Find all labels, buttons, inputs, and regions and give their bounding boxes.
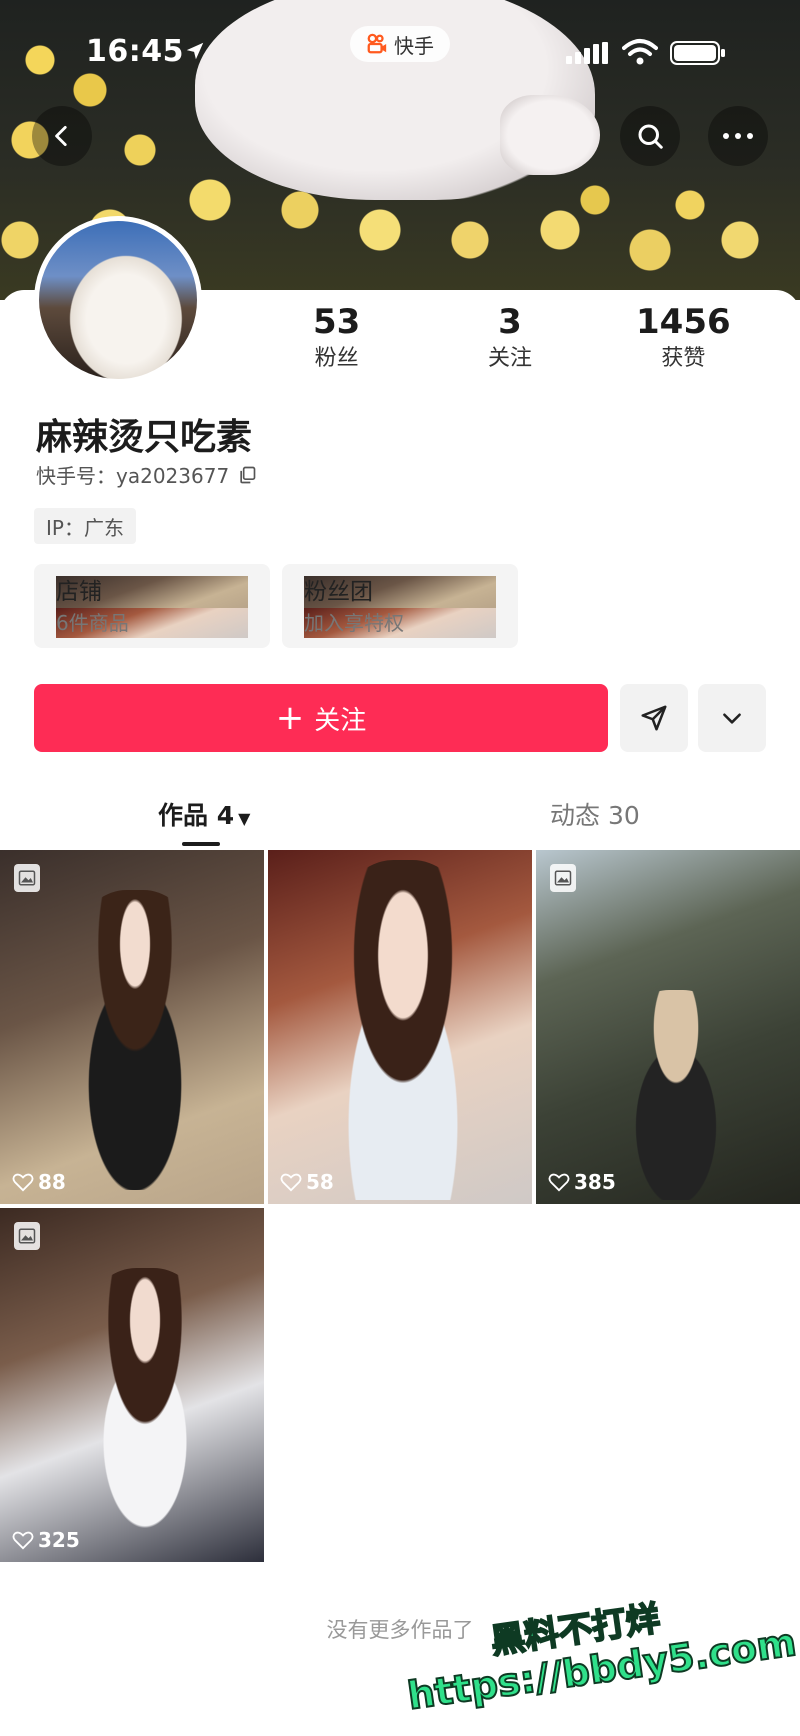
location-arrow-icon xyxy=(186,42,204,60)
copy-icon[interactable] xyxy=(237,465,257,485)
work-thumbnail xyxy=(50,890,220,1190)
chevron-down-icon xyxy=(723,713,741,724)
work-tile[interactable]: 58 xyxy=(268,850,532,1204)
content-tabs: 作品 4 ▼ 动态 30 xyxy=(0,782,800,848)
battery-icon xyxy=(670,41,725,65)
stat-label: 关注 xyxy=(487,346,532,371)
more-dots-icon xyxy=(723,133,753,139)
search-button[interactable] xyxy=(620,106,680,166)
like-number: 88 xyxy=(38,1170,66,1194)
uid-row: 快手号：ya2023677 xyxy=(36,460,257,489)
stat-fans[interactable]: 53 粉丝 xyxy=(250,300,423,380)
fan-club-subtitle: 加入享特权 xyxy=(304,608,496,638)
more-button[interactable] xyxy=(708,106,768,166)
tab-active-indicator xyxy=(182,842,220,846)
chevron-left-icon xyxy=(55,125,67,147)
image-post-icon xyxy=(550,864,576,892)
stat-following[interactable]: 3 关注 xyxy=(423,300,596,380)
status-time: 16:45 xyxy=(86,34,184,69)
like-count: 325 xyxy=(12,1528,80,1552)
kuaishou-logo-icon xyxy=(367,33,387,54)
uid-text: 快手号：ya2023677 xyxy=(36,464,230,488)
work-thumbnail xyxy=(308,860,498,1200)
profile-stats: 53 粉丝 3 关注 1456 获赞 xyxy=(250,300,770,380)
cover-sheep-head xyxy=(500,95,600,175)
work-thumbnail xyxy=(60,1268,230,1558)
stat-label: 粉丝 xyxy=(314,346,359,371)
like-number: 385 xyxy=(574,1170,616,1194)
share-button[interactable] xyxy=(620,684,688,752)
profile-name: 麻辣烫只吃素 xyxy=(36,417,253,458)
send-icon xyxy=(641,705,667,731)
work-tile[interactable]: 385 xyxy=(536,850,800,1204)
fan-club-box[interactable]: 粉丝团 加入享特权 xyxy=(282,564,518,648)
tab-moments-label: 动态 30 xyxy=(550,801,640,830)
tab-works-label: 作品 4 xyxy=(158,801,235,830)
tab-moments[interactable]: 动态 30 xyxy=(550,796,640,832)
stat-number: 53 xyxy=(313,302,361,342)
back-button[interactable] xyxy=(32,106,92,166)
caret-down-icon: ▼ xyxy=(238,809,251,828)
heart-icon xyxy=(548,1173,570,1192)
shop-box[interactable]: 店铺 6件商品 xyxy=(34,564,270,648)
like-count: 88 xyxy=(12,1170,66,1194)
search-icon xyxy=(638,124,663,149)
like-number: 58 xyxy=(306,1170,334,1194)
heart-icon xyxy=(12,1173,34,1192)
stat-likes[interactable]: 1456 获赞 xyxy=(597,300,770,380)
like-count: 385 xyxy=(548,1170,616,1194)
work-tile[interactable]: 88 xyxy=(0,850,264,1204)
fan-club-title: 粉丝团 xyxy=(304,576,496,608)
heart-icon xyxy=(280,1173,302,1192)
follow-label: 关注 xyxy=(314,705,367,736)
signal-icon xyxy=(566,42,608,64)
like-count: 58 xyxy=(280,1170,334,1194)
shop-title: 店铺 xyxy=(56,576,248,608)
work-tile[interactable]: 325 xyxy=(0,1208,264,1562)
follow-button[interactable]: + 关注 xyxy=(34,684,608,752)
plus-icon: + xyxy=(275,698,305,738)
tab-works[interactable]: 作品 4 ▼ xyxy=(158,796,250,832)
image-post-icon xyxy=(14,864,40,892)
avatar[interactable] xyxy=(34,216,202,384)
work-thumbnail xyxy=(606,990,746,1200)
shop-subtitle: 6件商品 xyxy=(56,608,248,638)
like-number: 325 xyxy=(38,1528,80,1552)
stat-number: 3 xyxy=(498,302,522,342)
status-bar: 16:45 快手 xyxy=(0,0,800,100)
app-pill[interactable]: 快手 xyxy=(350,26,450,62)
ip-tag: IP：广东 xyxy=(34,508,136,544)
image-post-icon xyxy=(14,1222,40,1250)
app-name: 快手 xyxy=(394,33,434,58)
stat-label: 获赞 xyxy=(661,346,706,371)
wifi-icon xyxy=(622,39,658,65)
stat-number: 1456 xyxy=(636,302,731,342)
dropdown-button[interactable] xyxy=(698,684,766,752)
heart-icon xyxy=(12,1531,34,1550)
